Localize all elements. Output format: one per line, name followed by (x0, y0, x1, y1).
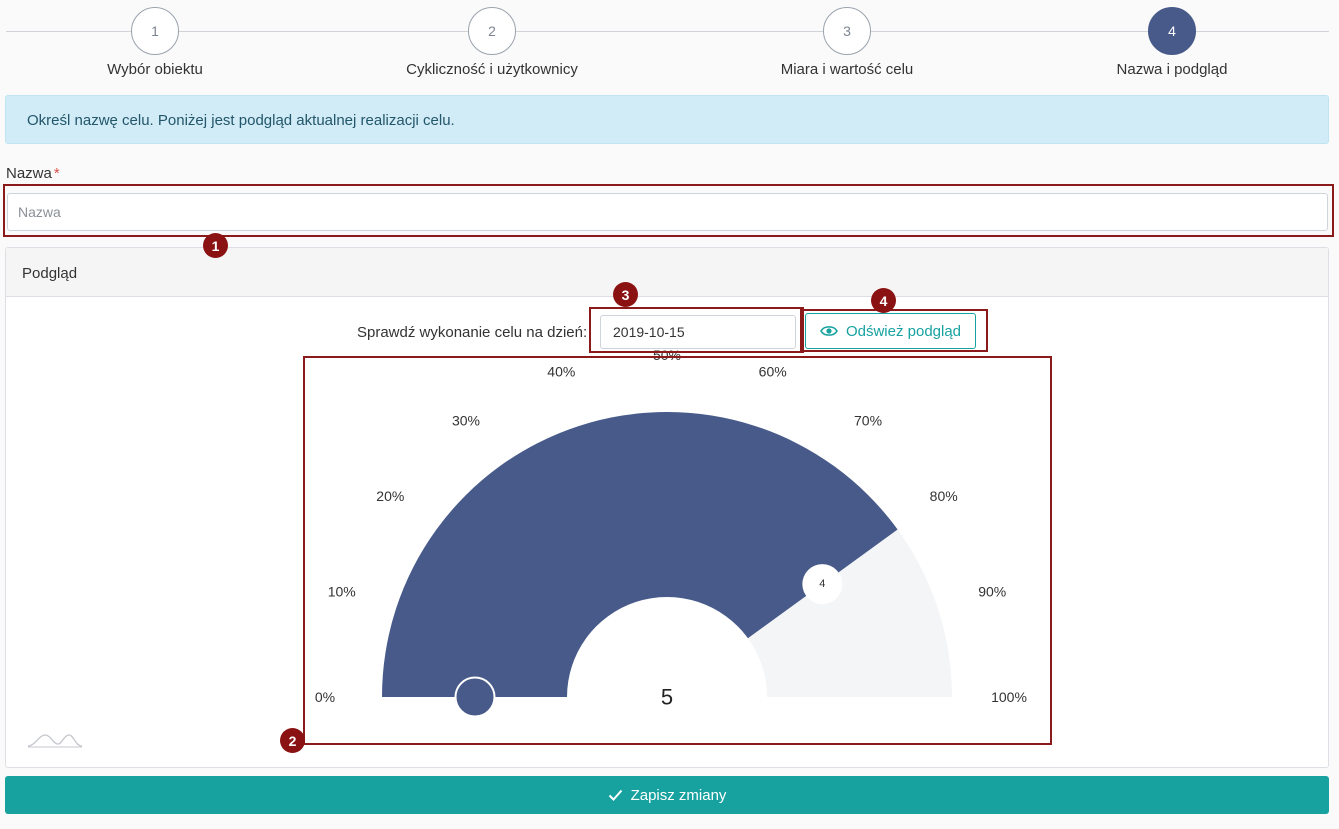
step-2-label: Cykliczność i użytkownicy (406, 61, 578, 78)
step-1[interactable]: 1 Wybór obiektu (25, 7, 285, 78)
refresh-preview-button[interactable]: Odśwież podgląd (805, 313, 976, 349)
name-field-label: Nazwa * (6, 165, 60, 182)
save-changes-button[interactable]: Zapisz zmiany (5, 776, 1329, 814)
refresh-preview-label: Odśwież podgląd (845, 322, 962, 340)
step-2-circle[interactable]: 2 (468, 7, 516, 55)
check-icon (608, 789, 622, 801)
annotation-badge-1: 1 (203, 233, 228, 258)
step-2[interactable]: 2 Cykliczność i użytkownicy (362, 7, 622, 78)
step-3-label: Miara i wartość celu (780, 61, 914, 78)
annotation-badge-2: 2 (280, 728, 305, 753)
name-label-text: Nazwa (6, 165, 52, 182)
annotation-badge-4: 4 (871, 288, 896, 313)
sparkline-icon (27, 734, 83, 748)
step-4-label: Nazwa i podgląd (1116, 61, 1228, 78)
date-label: Sprawdź wykonanie celu na dzień: (357, 324, 588, 341)
preview-card-header: Podgląd (6, 248, 1328, 297)
info-alert-text: Określ nazwę celu. Poniżej jest podgląd … (27, 112, 455, 129)
step-1-circle[interactable]: 1 (131, 7, 179, 55)
info-alert: Określ nazwę celu. Poniżej jest podgląd … (5, 95, 1329, 144)
save-changes-label: Zapisz zmiany (630, 786, 727, 804)
step-4-circle[interactable]: 4 (1148, 7, 1196, 55)
step-4[interactable]: 4 Nazwa i podgląd (1042, 7, 1302, 78)
wizard-stepper: 1 Wybór obiektu 2 Cykliczność i użytkown… (0, 0, 1339, 90)
annotation-badge-3: 3 (613, 282, 638, 307)
step-3-circle[interactable]: 3 (823, 7, 871, 55)
date-input[interactable] (600, 315, 796, 349)
required-marker: * (53, 165, 60, 182)
step-3[interactable]: 3 Miara i wartość celu (717, 7, 977, 78)
eye-icon (820, 326, 838, 336)
step-1-label: Wybór obiektu (107, 61, 203, 78)
name-input[interactable] (7, 193, 1328, 231)
